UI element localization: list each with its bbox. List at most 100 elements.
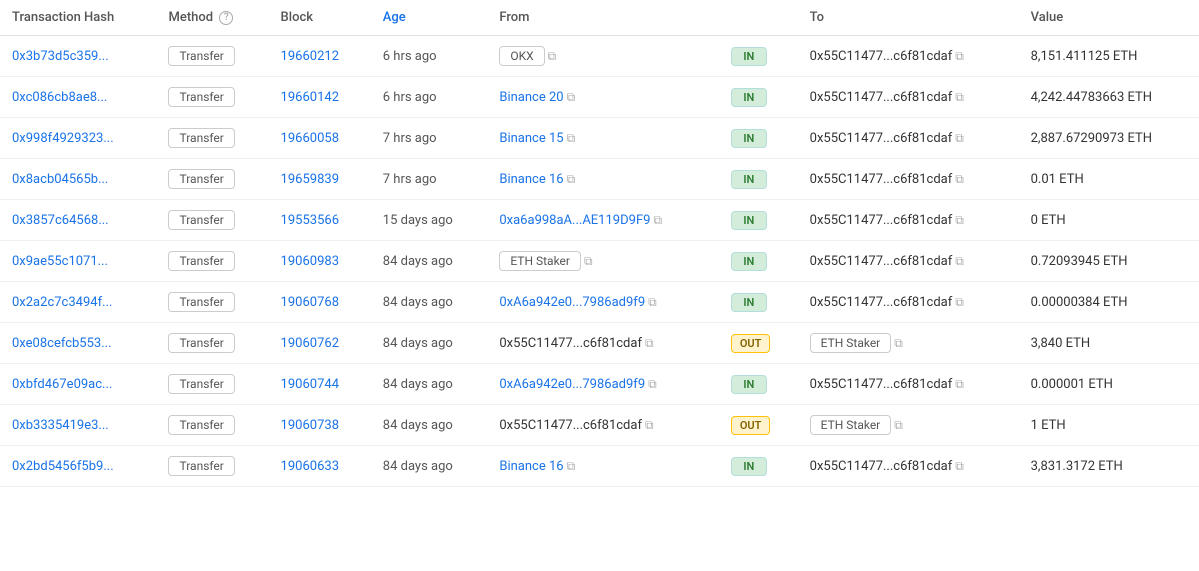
from-link[interactable]: 0xA6a942e0...7986ad9f9: [499, 377, 645, 392]
tx-hash-link[interactable]: 0x3b73d5c359...: [12, 49, 109, 64]
value-text: 8,151.411125 ETH: [1031, 49, 1138, 64]
to-copy-icon[interactable]: ⧉: [955, 131, 964, 146]
tx-hash-link[interactable]: 0x2a2c7c3494f...: [12, 295, 112, 310]
value-text: 0.00000384 ETH: [1031, 295, 1128, 310]
age-cell: 84 days ago: [371, 282, 488, 323]
to-cell: 0x55C11477...c6f81cdaf⧉: [798, 200, 1019, 241]
tx-hash-link[interactable]: 0x8acb04565b...: [12, 172, 108, 187]
from-copy-icon[interactable]: ⧉: [648, 295, 657, 310]
age-cell: 84 days ago: [371, 323, 488, 364]
age-cell: 7 hrs ago: [371, 159, 488, 200]
block-link[interactable]: 19060768: [281, 295, 339, 310]
tx-hash-cell: 0x2bd5456f5b9...: [0, 446, 156, 487]
from-link[interactable]: Binance 20: [499, 90, 563, 105]
block-cell: 19660058: [269, 118, 371, 159]
method-info-icon[interactable]: ?: [219, 11, 233, 25]
tx-hash-link[interactable]: 0xbfd467e09ac...: [12, 377, 112, 392]
from-copy-icon[interactable]: ⧉: [567, 90, 576, 105]
from-copy-icon[interactable]: ⧉: [567, 172, 576, 187]
tx-hash-link[interactable]: 0x2bd5456f5b9...: [12, 459, 114, 474]
tx-hash-link[interactable]: 0x998f4929323...: [12, 131, 114, 146]
method-badge: Transfer: [168, 87, 234, 107]
from-link[interactable]: Binance 16: [499, 172, 563, 187]
block-cell: 19060633: [269, 446, 371, 487]
value-text: 0.01 ETH: [1031, 172, 1084, 187]
to-address: 0x55C11477...c6f81cdaf: [810, 459, 953, 474]
age-cell: 7 hrs ago: [371, 118, 488, 159]
from-link[interactable]: Binance 15: [499, 131, 563, 146]
method-badge: Transfer: [168, 415, 234, 435]
method-cell: Transfer: [156, 118, 268, 159]
value-cell: 1 ETH: [1019, 405, 1199, 446]
block-link[interactable]: 19660058: [281, 131, 339, 146]
from-badge: ETH Staker: [499, 251, 581, 271]
direction-badge: IN: [731, 293, 767, 312]
age-cell: 84 days ago: [371, 405, 488, 446]
to-copy-icon[interactable]: ⧉: [894, 418, 903, 433]
block-link[interactable]: 19060738: [281, 418, 339, 433]
method-cell: Transfer: [156, 159, 268, 200]
to-address: 0x55C11477...c6f81cdaf: [810, 172, 953, 187]
method-cell: Transfer: [156, 323, 268, 364]
from-link[interactable]: 0xA6a942e0...7986ad9f9: [499, 295, 645, 310]
from-link[interactable]: Binance 16: [499, 459, 563, 474]
col-header-age[interactable]: Age: [371, 0, 488, 36]
tx-hash-link[interactable]: 0xb3335419e3...: [12, 418, 109, 433]
method-badge: Transfer: [168, 292, 234, 312]
to-copy-icon[interactable]: ⧉: [894, 336, 903, 351]
method-badge: Transfer: [168, 210, 234, 230]
tx-hash-cell: 0xe08cefcb553...: [0, 323, 156, 364]
block-link[interactable]: 19060744: [281, 377, 339, 392]
block-cell: 19660212: [269, 36, 371, 77]
from-copy-icon[interactable]: ⧉: [645, 336, 654, 351]
from-copy-icon[interactable]: ⧉: [645, 418, 654, 433]
from-link[interactable]: 0xa6a998aA...AE119D9F9: [499, 213, 650, 228]
to-copy-icon[interactable]: ⧉: [955, 295, 964, 310]
block-link[interactable]: 19553566: [281, 213, 339, 228]
table-row: 0xc086cb8ae8... Transfer 19660142 6 hrs ago…: [0, 77, 1199, 118]
block-link[interactable]: 19060633: [281, 459, 339, 474]
value-cell: 0.01 ETH: [1019, 159, 1199, 200]
to-copy-icon[interactable]: ⧉: [955, 459, 964, 474]
from-copy-icon[interactable]: ⧉: [548, 49, 557, 64]
age-text: 7 hrs ago: [383, 131, 437, 146]
method-badge: Transfer: [168, 169, 234, 189]
to-copy-icon[interactable]: ⧉: [955, 90, 964, 105]
from-badge: OKX: [499, 46, 544, 66]
method-cell: Transfer: [156, 241, 268, 282]
value-text: 3,840 ETH: [1031, 336, 1091, 351]
tx-hash-link[interactable]: 0x9ae55c1071...: [12, 254, 108, 269]
to-copy-icon[interactable]: ⧉: [955, 377, 964, 392]
block-link[interactable]: 19659839: [281, 172, 339, 187]
age-cell: 6 hrs ago: [371, 77, 488, 118]
block-link[interactable]: 19060762: [281, 336, 339, 351]
to-address: 0x55C11477...c6f81cdaf: [810, 131, 953, 146]
tx-hash-cell: 0xc086cb8ae8...: [0, 77, 156, 118]
tx-hash-link[interactable]: 0x3857c64568...: [12, 213, 109, 228]
tx-hash-link[interactable]: 0xe08cefcb553...: [12, 336, 112, 351]
value-text: 0.72093945 ETH: [1031, 254, 1128, 269]
to-copy-icon[interactable]: ⧉: [955, 49, 964, 64]
tx-hash-link[interactable]: 0xc086cb8ae8...: [12, 90, 107, 105]
block-link[interactable]: 19660142: [281, 90, 339, 105]
block-cell: 19060768: [269, 282, 371, 323]
from-copy-icon[interactable]: ⧉: [567, 131, 576, 146]
method-badge: Transfer: [168, 374, 234, 394]
direction-badge: OUT: [731, 416, 771, 435]
from-cell: Binance 16 ⧉: [487, 159, 718, 200]
to-copy-icon[interactable]: ⧉: [955, 254, 964, 269]
from-copy-icon[interactable]: ⧉: [648, 377, 657, 392]
to-copy-icon[interactable]: ⧉: [955, 172, 964, 187]
from-copy-icon[interactable]: ⧉: [567, 459, 576, 474]
block-link[interactable]: 19660212: [281, 49, 339, 64]
to-copy-icon[interactable]: ⧉: [955, 213, 964, 228]
value-cell: 0.00000384 ETH: [1019, 282, 1199, 323]
block-link[interactable]: 19060983: [281, 254, 339, 269]
value-text: 0.000001 ETH: [1031, 377, 1113, 392]
direction-cell: IN: [719, 36, 798, 77]
value-cell: 3,840 ETH: [1019, 323, 1199, 364]
to-cell: 0x55C11477...c6f81cdaf⧉: [798, 446, 1019, 487]
from-copy-icon[interactable]: ⧉: [584, 254, 593, 269]
method-cell: Transfer: [156, 77, 268, 118]
from-copy-icon[interactable]: ⧉: [653, 213, 662, 228]
